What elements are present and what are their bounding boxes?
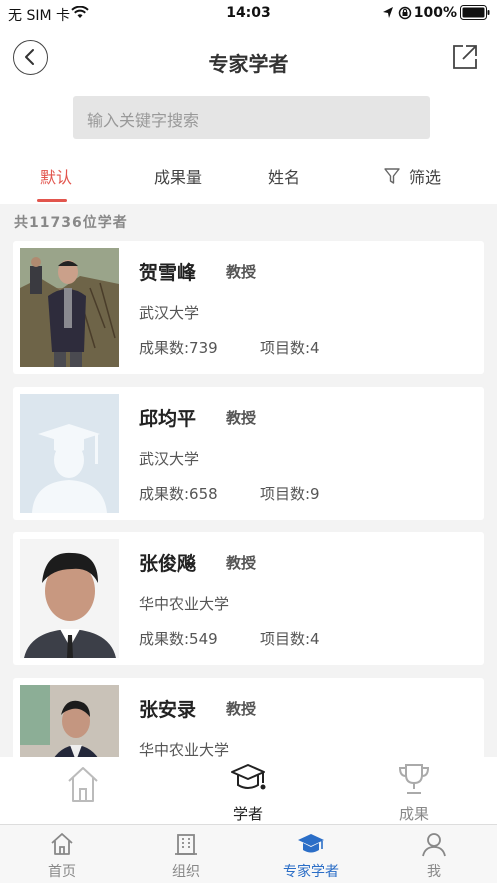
- graduation-cap-icon: [231, 764, 266, 790]
- battery-icon: [460, 5, 490, 20]
- tab-bar: 首页 组织 专家学者 我: [0, 824, 497, 883]
- home-outline-icon: [68, 767, 98, 802]
- battery-percent: 100%: [413, 5, 457, 21]
- scholar-rank: 教授: [226, 409, 257, 427]
- search-input[interactable]: 输入关键字搜索: [73, 96, 430, 139]
- orientation-lock-icon: [398, 6, 412, 20]
- scholar-results: 成果数:658: [139, 485, 218, 503]
- status-bar: 无 SIM 卡 14:03 100%: [0, 0, 497, 26]
- scholar-card[interactable]: 邱均平 教授 武汉大学 成果数:658 项目数:9: [13, 387, 484, 520]
- tab-organization[interactable]: 组织: [156, 831, 216, 881]
- tab-name[interactable]: 姓名: [268, 164, 300, 188]
- tab-filter[interactable]: 筛选: [383, 164, 441, 188]
- scholar-projects: 项目数:4: [260, 339, 320, 357]
- tab-me[interactable]: 我: [404, 831, 464, 881]
- page-title: 专家学者: [208, 52, 289, 76]
- active-tab-indicator: [37, 199, 67, 202]
- tab-results-count[interactable]: 成果量: [154, 164, 202, 188]
- building-icon: [175, 834, 197, 855]
- section-home[interactable]: [50, 763, 116, 807]
- home-icon: [51, 833, 73, 855]
- scholar-school: 武汉大学: [139, 450, 200, 468]
- location-arrow-icon: [383, 7, 393, 18]
- section-results-label: 成果: [398, 805, 429, 823]
- scholar-name: 张俊飚: [139, 553, 197, 575]
- scholar-projects: 项目数:9: [260, 485, 320, 503]
- section-nav: 学者 成果: [0, 757, 497, 824]
- section-scholars[interactable]: 学者: [215, 761, 281, 824]
- scholar-projects: 项目数:4: [260, 630, 320, 648]
- header: 专家学者 输入关键字搜索 默认 成果量 姓名 筛选: [0, 26, 497, 204]
- scholar-card[interactable]: 张俊飚 教授 华中农业大学 成果数:549 项目数:4: [13, 532, 484, 665]
- tab-home-label: 首页: [48, 864, 76, 880]
- tab-me-label: 我: [427, 864, 441, 880]
- scholar-rank: 教授: [226, 263, 257, 281]
- default-avatar-icon: [20, 394, 119, 513]
- scholar-card[interactable]: 贺雪峰 教授 武汉大学 成果数:739 项目数:4: [13, 241, 484, 374]
- scholar-photo: [20, 539, 119, 658]
- section-results[interactable]: 成果: [381, 761, 447, 824]
- tab-organization-label: 组织: [172, 864, 200, 880]
- tab-default[interactable]: 默认: [40, 164, 72, 188]
- scholar-school: 武汉大学: [139, 304, 200, 322]
- trophy-icon: [398, 764, 430, 794]
- scholar-photo: [20, 248, 119, 367]
- person-icon: [422, 833, 446, 857]
- scholar-rank: 教授: [226, 554, 257, 572]
- share-icon[interactable]: [452, 44, 478, 70]
- tab-experts-label: 专家学者: [283, 864, 339, 880]
- section-scholars-label: 学者: [232, 805, 263, 823]
- graduation-cap-icon: [298, 834, 324, 853]
- scholar-name: 贺雪峰: [139, 262, 197, 284]
- tab-filter-label: 筛选: [409, 168, 442, 187]
- scholar-count: 共11736位学者: [14, 215, 128, 231]
- scholar-school: 华中农业大学: [139, 595, 230, 613]
- scholar-results: 成果数:739: [139, 339, 218, 357]
- tab-experts[interactable]: 专家学者: [276, 831, 346, 881]
- filter-icon: [384, 168, 400, 184]
- tab-home[interactable]: 首页: [32, 831, 92, 881]
- scholar-name: 张安录: [139, 699, 197, 721]
- scholar-rank: 教授: [226, 700, 257, 718]
- scholar-name: 邱均平: [139, 408, 197, 430]
- scholar-results: 成果数:549: [139, 630, 218, 648]
